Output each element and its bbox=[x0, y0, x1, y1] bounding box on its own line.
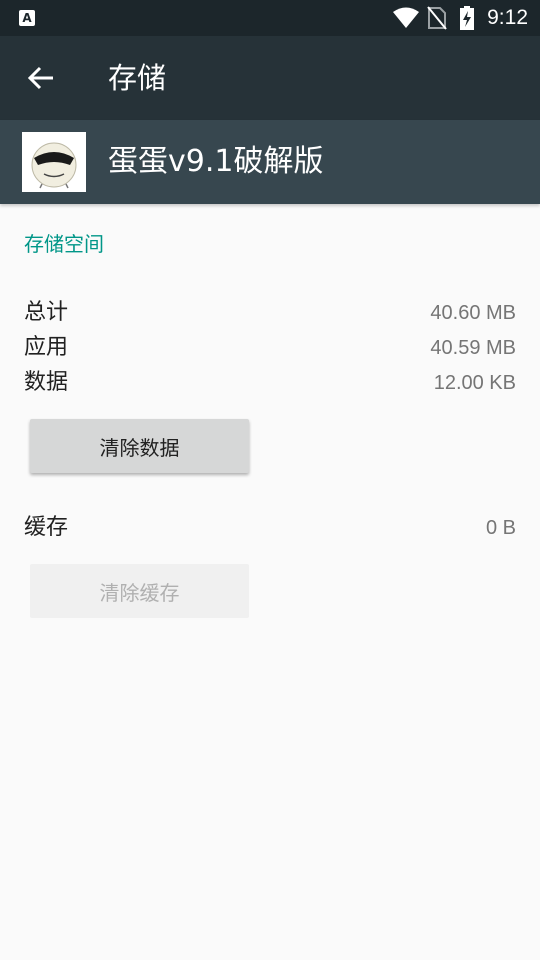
notification-app-icon: A bbox=[19, 10, 35, 26]
clear-data-button[interactable]: 清除数据 bbox=[30, 419, 249, 473]
status-time: 9:12 bbox=[487, 6, 528, 29]
storage-row-label: 总计 bbox=[24, 300, 69, 325]
page-title: 存储 bbox=[108, 61, 167, 95]
storage-row-total: 总计 40.60 MB bbox=[24, 297, 516, 329]
cache-value: 0 B bbox=[485, 517, 516, 539]
app-header: 蛋蛋v9.1破解版 bbox=[0, 120, 540, 204]
cache-label: 缓存 bbox=[24, 515, 69, 540]
app-name: 蛋蛋v9.1破解版 bbox=[108, 144, 324, 179]
battery-charging-icon bbox=[460, 6, 474, 30]
status-bar: A 9:12 bbox=[0, 0, 540, 36]
app-bar: 存储 bbox=[0, 36, 540, 120]
storage-row-value: 12.00 KB bbox=[433, 372, 516, 394]
storage-row-label: 数据 bbox=[24, 370, 69, 395]
storage-row-value: 40.59 MB bbox=[430, 337, 516, 359]
storage-section-title: 存储空间 bbox=[24, 232, 104, 256]
no-sim-icon bbox=[427, 6, 447, 30]
wifi-icon bbox=[393, 7, 419, 28]
storage-row-data: 数据 12.00 KB bbox=[24, 367, 516, 399]
storage-row-app: 应用 40.59 MB bbox=[24, 332, 516, 364]
storage-row-value: 40.60 MB bbox=[430, 302, 516, 324]
egg-app-icon bbox=[22, 132, 86, 192]
cache-row: 缓存 0 B bbox=[24, 512, 516, 544]
storage-row-label: 应用 bbox=[24, 335, 69, 360]
arrow-back-icon bbox=[27, 66, 53, 90]
clear-cache-button[interactable]: 清除缓存 bbox=[30, 564, 249, 618]
back-button[interactable] bbox=[22, 58, 62, 98]
